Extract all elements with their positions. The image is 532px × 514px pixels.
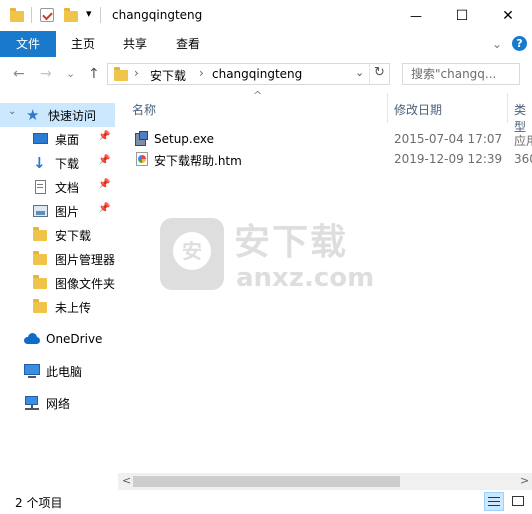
recent-locations-button[interactable]: ⌄ bbox=[66, 67, 75, 80]
back-button[interactable]: ← bbox=[13, 66, 25, 82]
sidebar-item-label: 网络 bbox=[46, 396, 71, 411]
address-folder-icon bbox=[114, 67, 128, 81]
large-icons-view-button[interactable] bbox=[508, 492, 528, 511]
minimize-button[interactable]: — bbox=[393, 0, 439, 31]
toolbar-divider bbox=[31, 7, 32, 23]
ribbon: 文件 主页 共享 查看 ⌄ ? bbox=[0, 31, 532, 58]
properties-icon[interactable] bbox=[40, 8, 54, 22]
sidebar-item-not-uploaded[interactable]: 未上传 bbox=[0, 295, 115, 319]
file-row[interactable]: Setup.exe 2015-07-04 17:07 应用 bbox=[122, 129, 532, 149]
column-separator[interactable] bbox=[387, 93, 388, 123]
scroll-right-button[interactable]: > bbox=[520, 474, 529, 487]
help-icon[interactable]: ? bbox=[512, 36, 527, 51]
breadcrumb-item-anxiazai[interactable]: 安下载 bbox=[150, 67, 186, 84]
sidebar-item-this-pc[interactable]: 此电脑 bbox=[0, 359, 115, 383]
sidebar-item-anxiazai[interactable]: 安下载 bbox=[0, 223, 115, 247]
search-input[interactable]: 搜索"changq... bbox=[402, 63, 520, 85]
address-dropdown-icon[interactable]: ⌄ bbox=[355, 66, 364, 79]
file-row[interactable]: 安下载帮助.htm 2019-12-09 12:39 360 bbox=[122, 149, 532, 169]
navigation-pane: ⌄ ★ 快速访问 桌面 📌 ↓ 下载 📌 文档 📌 图片 📌 安下载 图片管理器… bbox=[0, 93, 115, 490]
sort-ascending-icon: ^ bbox=[253, 89, 263, 102]
folder-icon bbox=[33, 251, 49, 267]
file-type: 应用 bbox=[514, 134, 532, 148]
maximize-button[interactable]: ☐ bbox=[439, 0, 485, 31]
html-file-icon bbox=[134, 151, 150, 167]
shield-icon: 安 bbox=[160, 218, 224, 290]
column-header-modified[interactable]: 修改日期 bbox=[394, 101, 442, 118]
document-icon bbox=[33, 179, 49, 195]
scroll-left-button[interactable]: < bbox=[122, 474, 131, 487]
up-button[interactable]: ↑ bbox=[88, 66, 100, 82]
column-separator[interactable] bbox=[507, 93, 508, 123]
file-modified: 2015-07-04 17:07 bbox=[394, 132, 503, 146]
close-button[interactable]: ✕ bbox=[485, 0, 531, 31]
new-folder-icon[interactable] bbox=[64, 8, 78, 22]
tab-share[interactable]: 共享 bbox=[112, 31, 158, 57]
column-header-name[interactable]: 名称 bbox=[132, 101, 156, 118]
scrollbar-thumb[interactable] bbox=[133, 476, 400, 487]
desktop-icon bbox=[33, 131, 49, 147]
sidebar-item-network[interactable]: 网络 bbox=[0, 391, 115, 415]
sidebar-item-label: 图片 bbox=[55, 204, 80, 219]
expand-ribbon-icon[interactable]: ⌄ bbox=[488, 31, 506, 57]
breadcrumb-item-changqingteng[interactable]: changqingteng bbox=[212, 67, 302, 81]
breadcrumb-separator: › bbox=[199, 66, 204, 80]
watermark: 安 安下载 anxz.com bbox=[160, 213, 380, 303]
file-name: Setup.exe bbox=[154, 132, 215, 146]
sidebar-item-label: 下载 bbox=[55, 156, 80, 171]
address-bar[interactable]: › 安下载 › changqingteng ⌄ ↻ bbox=[107, 63, 390, 85]
folder-icon bbox=[10, 8, 24, 22]
tab-view[interactable]: 查看 bbox=[165, 31, 211, 57]
computer-icon bbox=[24, 363, 40, 379]
sidebar-item-quick-access[interactable]: ⌄ ★ 快速访问 bbox=[0, 103, 115, 127]
sidebar-item-label: 桌面 bbox=[55, 132, 80, 147]
chevron-down-icon[interactable]: ⌄ bbox=[8, 106, 16, 117]
star-icon: ★ bbox=[26, 106, 40, 124]
sidebar-item-label: 此电脑 bbox=[46, 364, 83, 379]
file-name: 安下载帮助.htm bbox=[154, 154, 242, 168]
cloud-icon bbox=[24, 331, 40, 347]
watermark-cn-text: 安下载 bbox=[234, 222, 349, 263]
pin-icon: 📌 bbox=[98, 179, 111, 190]
sidebar-item-image-folder[interactable]: 图像文件夹 bbox=[0, 271, 115, 295]
installer-icon bbox=[134, 131, 150, 147]
sidebar-item-label: 安下载 bbox=[55, 228, 92, 243]
address-divider bbox=[369, 64, 370, 84]
sidebar-item-label: 快速访问 bbox=[48, 108, 97, 123]
status-bar: 2 个项目 bbox=[0, 490, 532, 514]
forward-button[interactable]: → bbox=[40, 66, 52, 82]
item-count: 2 个项目 bbox=[15, 496, 63, 510]
quick-access-dropdown-icon[interactable]: ▾ bbox=[86, 7, 92, 20]
breadcrumb-separator: › bbox=[134, 66, 139, 80]
pin-icon: 📌 bbox=[98, 131, 111, 142]
file-type: 360 bbox=[514, 152, 532, 166]
sidebar-item-label: 图像文件夹 bbox=[55, 276, 115, 291]
refresh-icon[interactable]: ↻ bbox=[374, 65, 385, 80]
watermark-badge: 安 bbox=[173, 232, 211, 270]
folder-icon bbox=[33, 227, 49, 243]
sidebar-item-label: OneDrive bbox=[46, 332, 103, 346]
picture-icon bbox=[33, 203, 49, 219]
file-modified: 2019-12-09 12:39 bbox=[394, 152, 503, 166]
title-bar: ▾ changqingteng — ☐ ✕ bbox=[0, 0, 532, 31]
sidebar-item-label: 图片管理器 bbox=[55, 252, 115, 267]
pin-icon: 📌 bbox=[98, 155, 111, 166]
network-icon bbox=[24, 395, 40, 411]
download-arrow-icon: ↓ bbox=[33, 154, 46, 172]
sidebar-item-label: 文档 bbox=[55, 180, 80, 195]
details-view-button[interactable] bbox=[484, 492, 504, 511]
folder-icon bbox=[33, 299, 49, 315]
sidebar-item-onedrive[interactable]: OneDrive bbox=[0, 327, 115, 351]
sidebar-item-picture-manager[interactable]: 图片管理器 bbox=[0, 247, 115, 271]
tab-home[interactable]: 主页 bbox=[60, 31, 106, 57]
tab-file[interactable]: 文件 bbox=[0, 31, 56, 57]
watermark-en-text: anxz.com bbox=[236, 263, 375, 293]
pin-icon: 📌 bbox=[98, 203, 111, 214]
window-title: changqingteng bbox=[112, 8, 203, 22]
folder-icon bbox=[33, 275, 49, 291]
title-divider bbox=[100, 7, 101, 23]
sidebar-item-label: 未上传 bbox=[55, 300, 92, 315]
